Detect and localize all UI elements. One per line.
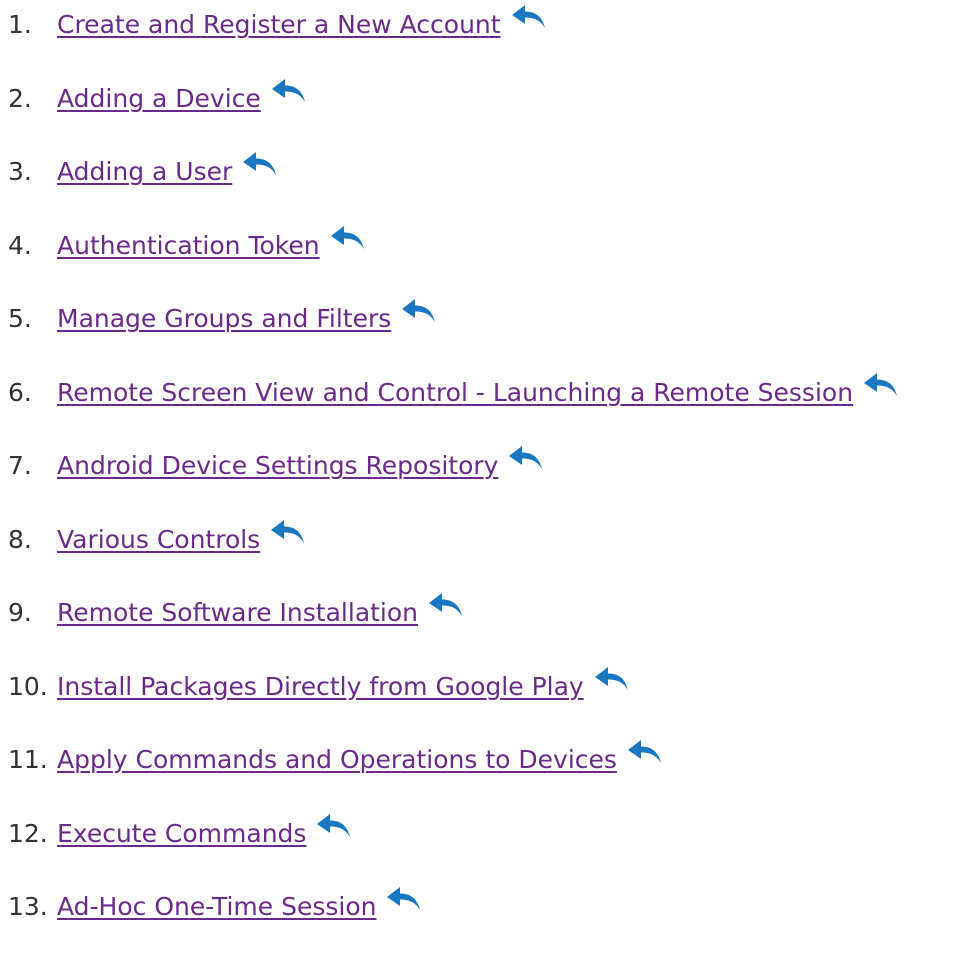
reply-arrow-icon[interactable] [242,151,278,177]
reply-arrow-icon[interactable] [401,298,437,324]
list-item: 12. Execute Commands [8,813,963,887]
reply-arrow-icon[interactable] [508,445,544,471]
list-item: 7. Android Device Settings Repository [8,445,963,519]
item-number: 10. [8,671,48,701]
reply-arrow-icon[interactable] [428,592,464,618]
toc-link[interactable]: Install Packages Directly from Google Pl… [57,672,584,702]
list-item: 5. Manage Groups and Filters [8,298,963,372]
reply-arrow-icon[interactable] [511,4,547,30]
item-number: 11. [8,745,48,774]
item-number: 2. [8,83,32,113]
item-number: 3. [8,157,32,186]
item-number: 8. [8,524,32,554]
item-number: 9. [8,598,32,627]
reply-arrow-icon[interactable] [316,813,352,839]
reply-arrow-icon[interactable] [330,225,366,251]
reply-arrow-icon[interactable] [863,372,899,398]
item-number: 13. [8,892,48,921]
list-item: 8. Various Controls [8,519,963,593]
item-number: 6. [8,377,32,407]
toc-link[interactable]: Remote Software Installation [57,598,418,628]
toc-link[interactable]: Ad-Hoc One-Time Session [57,892,376,922]
list-item: 11. Apply Commands and Operations to Dev… [8,739,963,813]
toc-link[interactable]: Create and Register a New Account [57,10,501,40]
reply-arrow-icon[interactable] [386,886,422,912]
list-item: 9. Remote Software Installation [8,592,963,666]
table-of-contents: 1. Create and Register a New Account 2. … [8,0,963,960]
toc-link[interactable]: Adding a Device [57,84,261,114]
item-number: 1. [8,10,32,39]
reply-arrow-icon[interactable] [271,78,307,104]
reply-arrow-icon[interactable] [627,739,663,765]
reply-arrow-icon[interactable] [594,666,630,692]
item-number: 12. [8,818,48,848]
toc-link[interactable]: Various Controls [57,525,260,555]
list-item: 4. Authentication Token [8,225,963,299]
toc-link[interactable]: Execute Commands [57,819,306,849]
item-number: 7. [8,451,32,480]
reply-arrow-icon[interactable] [270,519,306,545]
item-number: 4. [8,230,32,260]
list-item: 6. Remote Screen View and Control - Laun… [8,372,963,446]
toc-link[interactable]: Authentication Token [57,231,320,261]
list-item: 13. Ad-Hoc One-Time Session [8,886,963,960]
toc-link[interactable]: Apply Commands and Operations to Devices [57,745,617,775]
list-item: 2. Adding a Device [8,78,963,152]
list-item: 10. Install Packages Directly from Googl… [8,666,963,740]
toc-link[interactable]: Remote Screen View and Control - Launchi… [57,378,853,408]
item-number: 5. [8,304,32,333]
toc-link[interactable]: Android Device Settings Repository [57,451,498,481]
list-item: 3. Adding a User [8,151,963,225]
toc-link[interactable]: Adding a User [57,157,232,187]
list-item: 1. Create and Register a New Account [8,4,963,78]
toc-link[interactable]: Manage Groups and Filters [57,304,391,334]
